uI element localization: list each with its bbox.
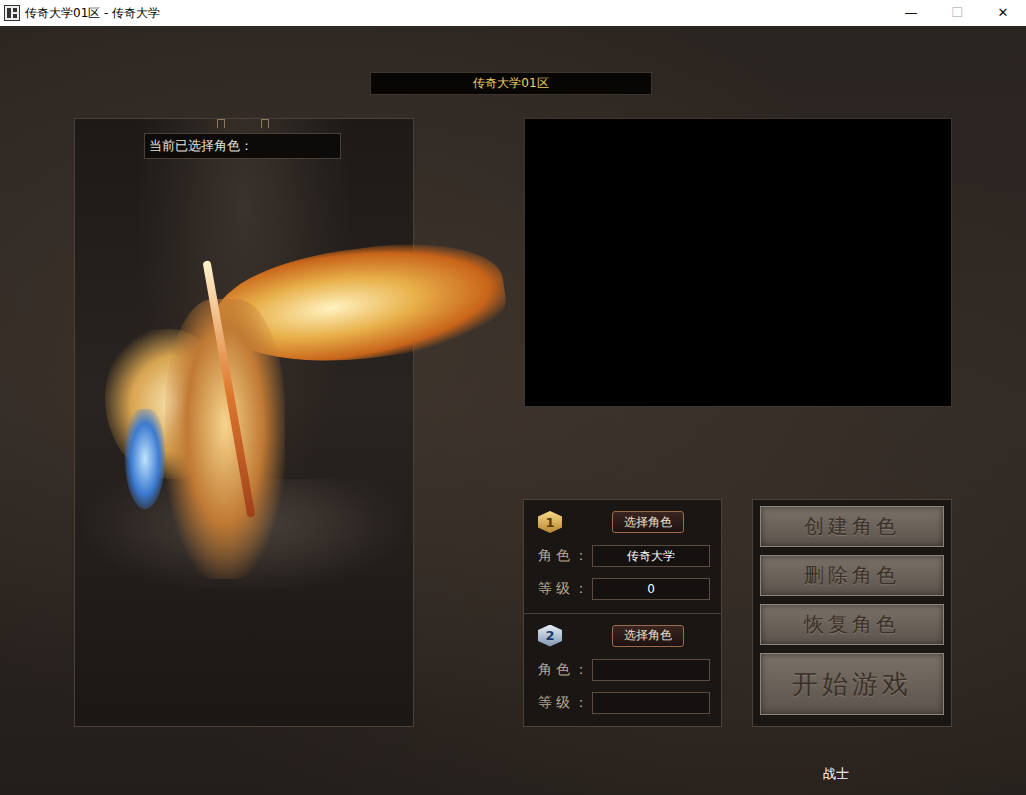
rank-badge-icon: 2 bbox=[538, 625, 562, 647]
level-label: 等级： bbox=[538, 580, 586, 598]
rank-badge-icon: 1 bbox=[538, 511, 562, 533]
character-slots: 1 选择角色 角色： 传奇大学 等级： 02 选择角色 角色： 等级： bbox=[523, 499, 722, 727]
window-control[interactable]: — bbox=[888, 0, 934, 26]
window-title: 传奇大学01区 - 传奇大学 bbox=[25, 5, 888, 22]
role-label: 角色： bbox=[538, 661, 586, 679]
role-label: 角色： bbox=[538, 547, 586, 565]
level-label: 等级： bbox=[538, 694, 586, 712]
window-control[interactable]: ✕ bbox=[980, 0, 1026, 26]
character-artwork bbox=[95, 239, 505, 599]
character-select-screen: 传奇大学01区 当前已选择角色： 1 选择角色 角色： 传奇大学 等级： 02 … bbox=[0, 26, 1026, 795]
action-panel: 创建角色删除角色恢复角色开始游戏 bbox=[752, 499, 952, 727]
action-button[interactable]: 创建角色 bbox=[760, 506, 944, 547]
action-button[interactable]: 开始游戏 bbox=[760, 653, 944, 715]
select-character-button[interactable]: 选择角色 bbox=[612, 511, 684, 533]
app-logo-icon bbox=[4, 5, 20, 21]
title-bar: 传奇大学01区 - 传奇大学 —☐✕ bbox=[0, 0, 1026, 26]
pedestal bbox=[85, 479, 403, 589]
character-slot[interactable]: 2 选择角色 角色： 等级： bbox=[524, 613, 721, 727]
action-button[interactable]: 恢复角色 bbox=[760, 604, 944, 645]
hook-icon bbox=[261, 119, 269, 128]
game-window: 传奇大学01区 - 传奇大学 —☐✕ 传奇大学01区 当前已选择角色： 1 选择… bbox=[0, 0, 1026, 795]
server-name: 传奇大学01区 bbox=[370, 72, 652, 95]
role-field: 传奇大学 bbox=[592, 545, 710, 567]
class-name: 战士 bbox=[823, 766, 849, 781]
preview-screen bbox=[524, 118, 952, 407]
window-control[interactable]: ☐ bbox=[934, 0, 980, 26]
character-preview-panel: 当前已选择角色： bbox=[74, 118, 414, 727]
action-button[interactable]: 删除角色 bbox=[760, 555, 944, 596]
hook-icon bbox=[217, 119, 225, 128]
level-field bbox=[592, 692, 710, 714]
level-field: 0 bbox=[592, 578, 710, 600]
role-field bbox=[592, 659, 710, 681]
character-slot[interactable]: 1 选择角色 角色： 传奇大学 等级： 0 bbox=[524, 500, 721, 613]
current-character-label: 当前已选择角色： bbox=[144, 133, 341, 159]
select-character-button[interactable]: 选择角色 bbox=[612, 625, 684, 647]
